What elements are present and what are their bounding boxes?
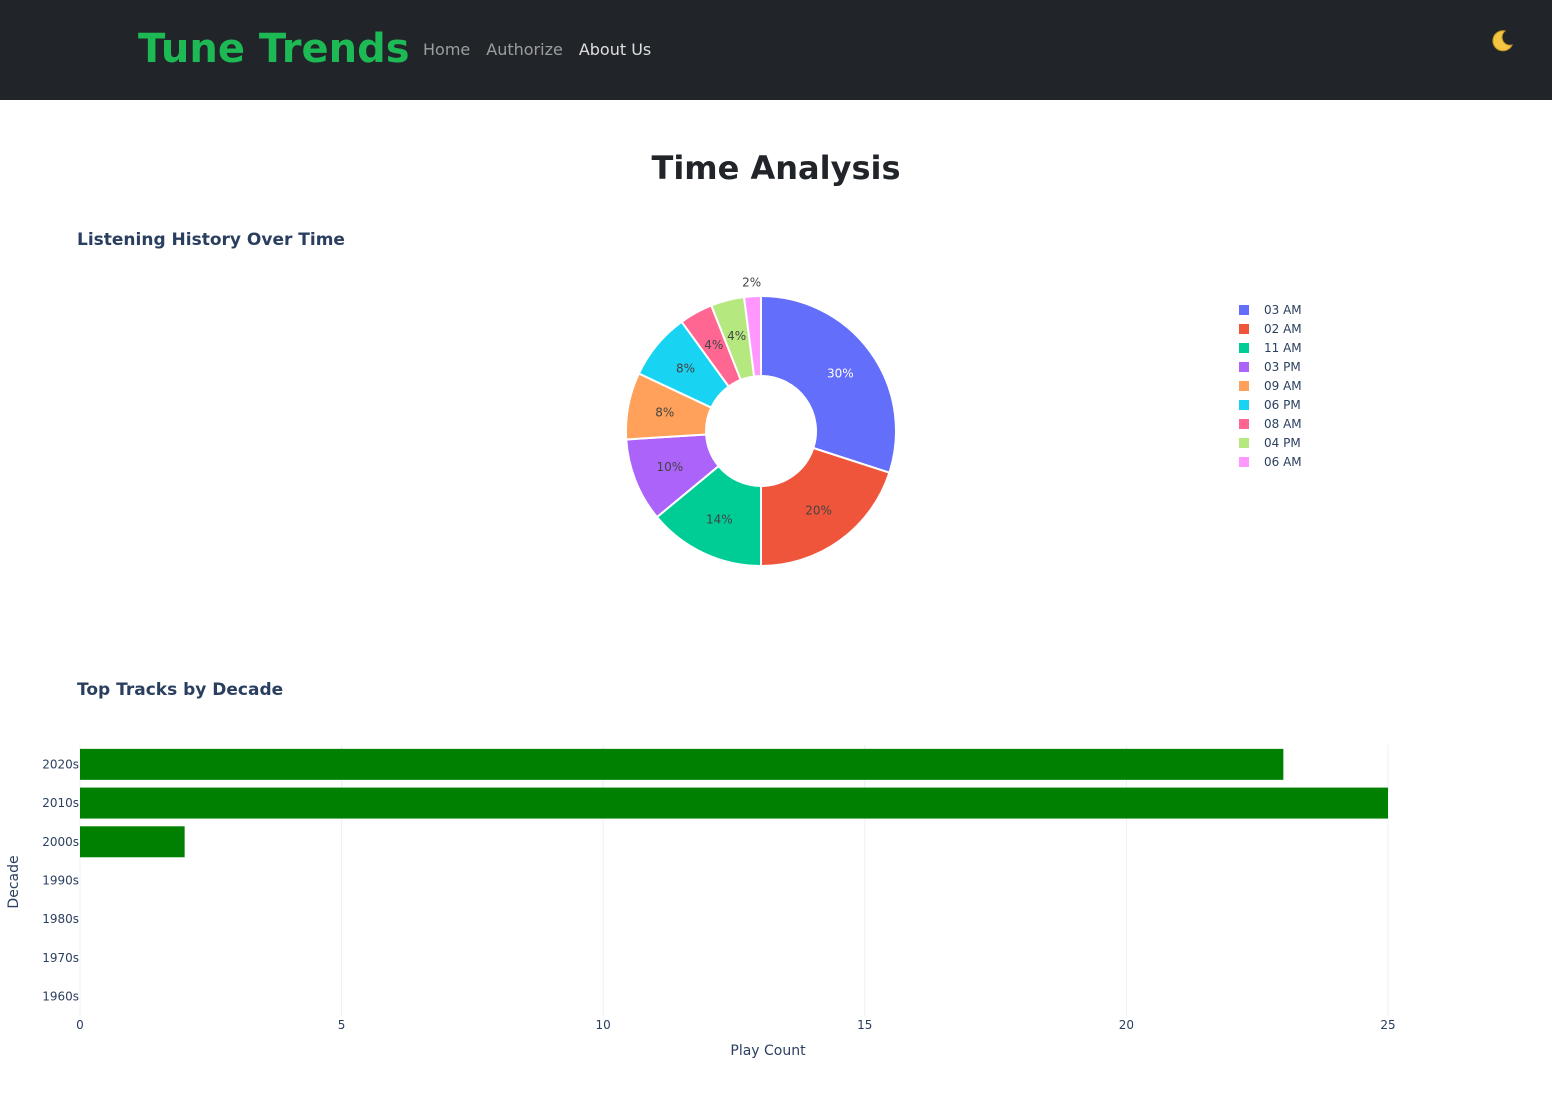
y-tick-label: 1970s <box>42 951 79 965</box>
page-title: Time Analysis <box>651 149 901 187</box>
pie-legend: 03 AM 02 AM 11 AM 03 PM 09 AM 06 PM 08 AM 04 PM… <box>1239 303 1302 469</box>
bar-2010s[interactable] <box>80 787 1388 819</box>
legend-item-label[interactable]: 03 PM <box>1264 360 1301 374</box>
bar-2000s[interactable] <box>80 826 185 858</box>
theme-toggle-button[interactable] <box>1488 27 1516 55</box>
pie-slice-label: 8% <box>655 406 674 420</box>
x-tick-label: 10 <box>596 1018 611 1032</box>
legend-item-label[interactable]: 02 AM <box>1264 322 1302 336</box>
y-tick-label: 1960s <box>42 990 79 1004</box>
pie-slice-03-am[interactable] <box>760 294 897 474</box>
navbar: Tune Trends Home Authorize About Us <box>0 0 1552 100</box>
pie-slice-label: 2% <box>742 275 761 289</box>
legend-swatch[interactable] <box>1239 419 1249 429</box>
moon-icon <box>1492 30 1513 52</box>
nav-link-home[interactable]: Home <box>423 38 470 62</box>
donut-chart: 30%20%14%10%8%8%4%4%2%03 AM02 AM11 AM03 … <box>625 275 1302 568</box>
x-tick-label: 25 <box>1380 1018 1395 1032</box>
legend-swatch[interactable] <box>1239 305 1249 315</box>
x-tick-label: 0 <box>76 1018 84 1032</box>
x-tick-label: 20 <box>1119 1018 1134 1032</box>
pie-slice-label: 4% <box>704 338 723 352</box>
x-tick-label: 5 <box>338 1018 346 1032</box>
pie-slice-label: 4% <box>727 329 746 343</box>
x-axis-title: Play Count <box>730 1043 806 1059</box>
legend-swatch[interactable] <box>1239 343 1249 353</box>
pie-slice-label: 14% <box>706 513 733 527</box>
pie-slice-label: 20% <box>805 503 832 517</box>
pie-chart-title: Listening History Over Time <box>77 230 345 250</box>
legend-swatch[interactable] <box>1239 400 1249 410</box>
legend-item-label[interactable]: 09 AM <box>1264 379 1302 393</box>
legend-swatch[interactable] <box>1239 457 1249 467</box>
bar-2020s[interactable] <box>80 748 1284 780</box>
legend-swatch[interactable] <box>1239 438 1249 448</box>
legend-item-label[interactable]: 06 AM <box>1264 455 1302 469</box>
y-tick-label: 1990s <box>42 874 79 888</box>
nav-link-about-us[interactable]: About Us <box>579 38 651 62</box>
legend-swatch[interactable] <box>1239 324 1249 334</box>
nav-links: Home Authorize About Us <box>423 38 667 62</box>
y-tick-label: 2000s <box>42 835 79 849</box>
pie-slice-label: 30% <box>827 366 854 380</box>
legend-item-label[interactable]: 06 PM <box>1264 398 1301 412</box>
legend-item-label[interactable]: 04 PM <box>1264 436 1301 450</box>
y-tick-label: 2020s <box>42 757 79 771</box>
legend-swatch[interactable] <box>1239 381 1249 391</box>
bar-chart: 0 5 10 15 20 25 1960s 1970s 1980s 1990s 2000s 2010s… <box>6 745 1396 1059</box>
legend-item-label[interactable]: 03 AM <box>1264 303 1302 317</box>
pie-slice-label: 8% <box>676 362 695 376</box>
x-tick-label: 15 <box>857 1018 872 1032</box>
y-tick-label: 1980s <box>42 912 79 926</box>
y-tick-label: 2010s <box>42 796 79 810</box>
legend-swatch[interactable] <box>1239 362 1249 372</box>
y-axis-title: Decade <box>6 855 22 908</box>
legend-item-label[interactable]: 11 AM <box>1264 341 1302 355</box>
pie-slice-label: 10% <box>657 460 684 474</box>
legend-item-label[interactable]: 08 AM <box>1264 417 1302 431</box>
brand-logo-link[interactable]: Tune Trends <box>138 22 410 76</box>
bar-chart-title: Top Tracks by Decade <box>77 680 284 700</box>
nav-link-authorize[interactable]: Authorize <box>486 38 563 62</box>
